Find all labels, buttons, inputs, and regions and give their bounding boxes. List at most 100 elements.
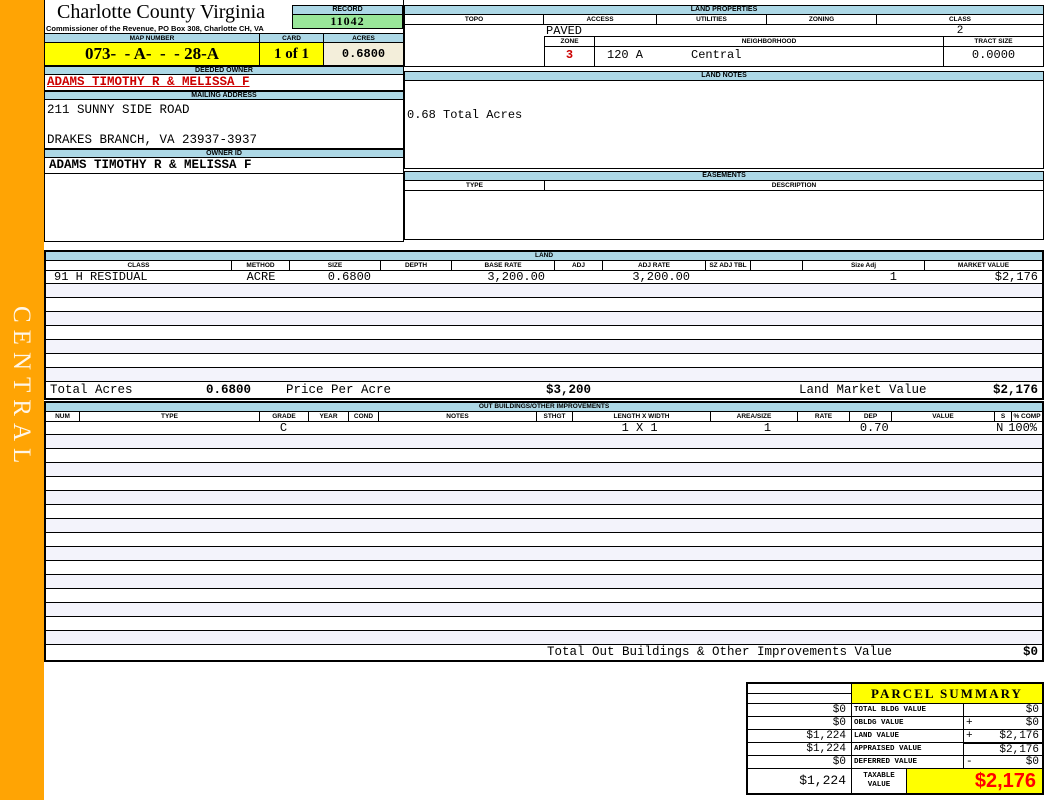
class-label: CLASS (877, 15, 1043, 24)
land-col-adj-rate: ADJ RATE (603, 261, 706, 270)
parcel-id-value-row: 073- - A- - - 28-A 1 of 1 0.6800 (45, 43, 403, 66)
district-sidebar: CENTRAL (0, 0, 44, 800)
summary-row-obldg: $0 OBLDG VALUE + $0 (748, 717, 1042, 730)
land-empty-row (46, 298, 1042, 312)
neighborhood-value: 120 A Central (595, 47, 944, 66)
card-label: CARD (260, 34, 324, 42)
ob-col-s: S (995, 412, 1012, 421)
land-info-panel: LAND PROPERTIES TOPO ACCESS UTILITIES ZO… (404, 5, 1044, 240)
ob-empty-row (46, 463, 1042, 477)
parcel-summary-title: PARCEL SUMMARY (852, 684, 1042, 703)
summary-row-deferred: $0 DEFERRED VALUE - $0 (748, 756, 1042, 769)
parcel-id-header-row: MAP NUMBER CARD ACRES (45, 33, 403, 43)
utilities-label: UTILITIES (657, 15, 767, 24)
land-col-adj: ADJ (555, 261, 603, 270)
price-per-acre-label: Price Per Acre (286, 383, 392, 397)
record-value: 11042 (292, 15, 403, 29)
ob-col-sthgt: STHGT (537, 412, 573, 421)
ob-col-type: TYPE (80, 412, 260, 421)
land-empty-row (46, 284, 1042, 298)
address-line-1: 211 SUNNY SIDE ROAD (47, 103, 190, 117)
tract-size-label: TRACT SIZE (944, 37, 1043, 46)
map-number-value: 073- - A- - - 28-A (45, 43, 260, 65)
district-name-vertical: CENTRAL (8, 306, 35, 471)
ob-empty-row (46, 631, 1042, 645)
summary-row-taxable: $1,224 TAXABLE VALUE $2,176 (748, 768, 1042, 793)
out-buildings-header-row: NUM TYPE GRADE YEAR COND NOTES STHGT LEN… (46, 412, 1042, 422)
land-notes-title: LAND NOTES (405, 72, 1043, 81)
mailing-address-block: 211 SUNNY SIDE ROAD DRAKES BRANCH, VA 23… (45, 100, 403, 149)
zone-value-row: 3 120 A Central 0.0000 (545, 47, 1043, 66)
ob-col-num: NUM (46, 412, 80, 421)
owner-panel-filler (45, 174, 403, 242)
ob-col-dep: DEP (850, 412, 892, 421)
card-value: 1 of 1 (260, 43, 324, 65)
ob-col-year: YEAR (309, 412, 349, 421)
land-table-title: LAND (46, 252, 1042, 261)
deeded-owner-value: ADAMS TIMOTHY R & MELISSA F (45, 75, 403, 91)
land-col-sz-adj-tbl: SZ ADJ TBL (706, 261, 751, 270)
land-properties-value-row: PAVED 2 (405, 24, 1043, 38)
record-box: RECORD 11042 (292, 5, 403, 29)
ob-empty-row (46, 617, 1042, 631)
address-line-2: DRAKES BRANCH, VA 23937-3937 (47, 133, 258, 147)
ob-empty-row (46, 519, 1042, 533)
easements-box: EASEMENTS TYPE DESCRIPTION (404, 171, 1044, 240)
land-col-class: CLASS (46, 261, 232, 270)
ob-empty-row (46, 477, 1042, 491)
ob-empty-row (46, 589, 1042, 603)
land-properties-box: LAND PROPERTIES TOPO ACCESS UTILITIES ZO… (404, 5, 1044, 67)
zone-neighborhood-box: ZONE NEIGHBORHOOD TRACT SIZE 3 120 A Cent… (544, 36, 1043, 66)
deeded-owner-label: DEEDED OWNER (45, 66, 403, 75)
land-totals-row: Total Acres 0.6800 Price Per Acre $3,200… (46, 382, 1042, 398)
taxable-value-label: TAXABLE VALUE (852, 769, 907, 793)
neighborhood-label: NEIGHBORHOOD (595, 37, 944, 46)
tract-size-value: 0.0000 (971, 48, 1016, 62)
owner-id-value: ADAMS TIMOTHY R & MELISSA F (45, 158, 403, 174)
ob-empty-row (46, 491, 1042, 505)
land-col-blank (751, 261, 803, 270)
land-empty-row (46, 354, 1042, 368)
ob-empty-row (46, 449, 1042, 463)
neighborhood-code: 120 A (607, 48, 644, 62)
acres-label: ACRES (324, 34, 403, 42)
parcel-summary-header: PARCEL SUMMARY (748, 684, 1042, 704)
summary-blank-cell (748, 684, 852, 703)
ob-col-grade: GRADE (260, 412, 309, 421)
ob-empty-row (46, 575, 1042, 589)
zone-header-row: ZONE NEIGHBORHOOD TRACT SIZE (545, 37, 1043, 47)
land-empty-row (46, 312, 1042, 326)
land-col-depth: DEPTH (381, 261, 452, 270)
land-properties-title: LAND PROPERTIES (405, 6, 1043, 15)
out-buildings-total-value: $0 (1022, 645, 1038, 659)
ob-col-cond: COND (349, 412, 379, 421)
land-empty-row (46, 340, 1042, 354)
easement-type-label: TYPE (405, 181, 545, 190)
out-buildings-total-label: Total Out Buildings & Other Improvements… (547, 645, 893, 659)
land-properties-header-row: TOPO ACCESS UTILITIES ZONING CLASS (405, 15, 1043, 25)
mailing-address-label: MAILING ADDRESS (45, 91, 403, 100)
land-notes-box: LAND NOTES 0.68 Total Acres (404, 71, 1044, 169)
out-buildings-table: OUT BUILDINGS/OTHER IMPROVEMENTS NUM TYP… (44, 401, 1044, 662)
ob-col-pct-comp: % COMP (1012, 412, 1042, 421)
ob-empty-row (46, 547, 1042, 561)
county-header: Charlotte County Virginia Commissioner o… (45, 0, 403, 33)
land-row: 91 H RESIDUAL ACRE 0.6800 3,200.00 3,200… (46, 271, 1042, 284)
acres-value: 0.6800 (324, 43, 403, 65)
owner-panel: Charlotte County Virginia Commissioner o… (44, 0, 404, 242)
zoning-label: ZONING (767, 15, 877, 24)
taxable-value: $2,176 (907, 769, 1042, 793)
land-notes-text: 0.68 Total Acres (405, 81, 1043, 168)
summary-row-appraised: $1,224 APPRAISED VALUE $2,176 (748, 742, 1042, 756)
owner-id-label: OWNER ID (45, 149, 403, 158)
topo-label: TOPO (405, 15, 544, 24)
access-value: PAVED (546, 24, 583, 38)
land-col-base-rate: BASE RATE (452, 261, 555, 270)
land-empty-row (46, 326, 1042, 340)
land-col-size-adj: Size Adj (803, 261, 925, 270)
land-col-method: METHOD (232, 261, 290, 270)
land-col-market-value: MARKET VALUE (925, 261, 1042, 270)
easements-title: EASEMENTS (405, 172, 1043, 181)
land-market-value-label: Land Market Value (799, 383, 927, 397)
ob-col-value: VALUE (892, 412, 995, 421)
